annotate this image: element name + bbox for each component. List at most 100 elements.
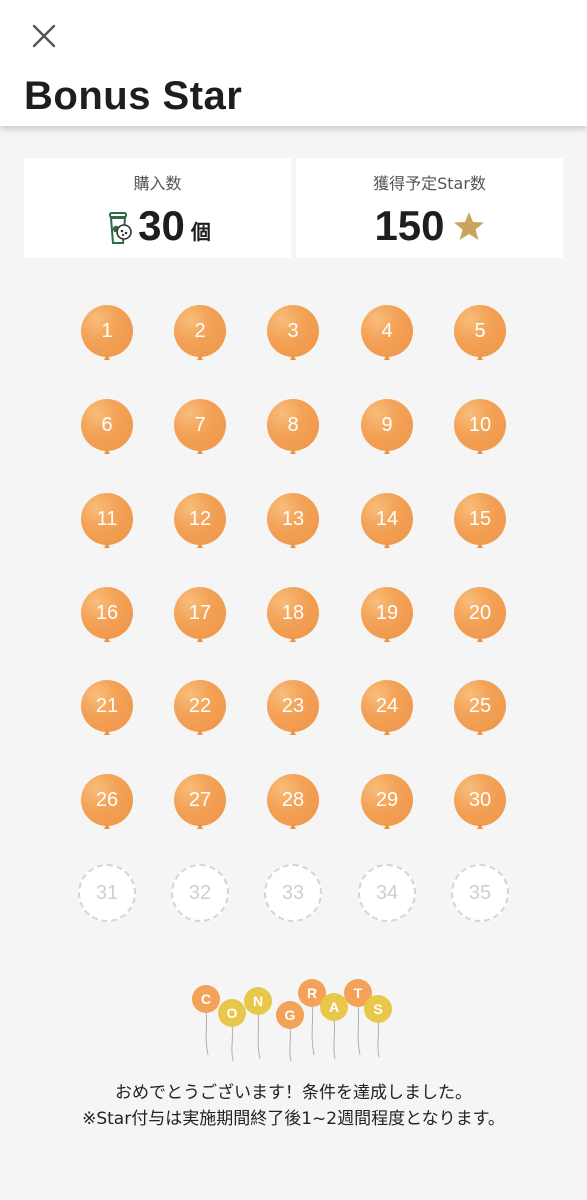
balloon-filled: 15 [454, 493, 508, 557]
balloon-body: 7 [174, 399, 226, 451]
balloon-body: 16 [81, 587, 133, 639]
balloon-body: 29 [361, 774, 413, 826]
balloon-number: 18 [281, 601, 305, 624]
balloon-filled: 11 [81, 493, 135, 557]
balloon-body: 5 [454, 305, 506, 357]
balloon-number: 20 [468, 601, 492, 624]
balloon-knot [384, 823, 390, 829]
balloon-body: 1 [81, 305, 133, 357]
balloon-knot [104, 448, 110, 454]
balloon-filled: 18 [267, 587, 321, 651]
balloon-grid: 1 2 3 4 5 6 7 8 9 10 11 12 13 14 15 16 17 18 19 20 21 22 23 24 2… [0, 0, 587, 960]
balloon-number: 23 [281, 694, 305, 717]
balloon-filled: 8 [267, 399, 321, 463]
balloon-empty-slot: 31 [78, 864, 136, 922]
balloon-knot [384, 354, 390, 360]
balloon-knot [477, 823, 483, 829]
balloon-filled: 9 [361, 399, 415, 463]
balloon-number: 8 [287, 413, 299, 436]
congratulations-message: おめでとうございます！条件を達成しました。 ※Star付与は実施期間終了後1~2… [0, 1080, 587, 1132]
slot-number: 34 [375, 881, 399, 904]
balloon-filled: 24 [361, 680, 415, 744]
balloon-filled: 3 [267, 305, 321, 369]
balloon-filled: 4 [361, 305, 415, 369]
balloon-number: 12 [188, 507, 212, 530]
balloon-number: 21 [95, 694, 119, 717]
page-title: Bonus Star [24, 74, 243, 118]
balloon-number: 10 [468, 413, 492, 436]
balloon-body: 10 [454, 399, 506, 451]
balloon-filled: 12 [174, 493, 228, 557]
balloon-filled: 13 [267, 493, 321, 557]
balloon-filled: 26 [81, 774, 135, 838]
congrats-letter: C [201, 991, 211, 1007]
balloon-filled: 10 [454, 399, 508, 463]
balloon-number: 11 [96, 507, 118, 530]
balloon-filled: 20 [454, 587, 508, 651]
balloon-knot [290, 823, 296, 829]
congratulations-line: おめでとうございます！条件を達成しました。 [115, 1083, 472, 1103]
star-grant-note: ※Star付与は実施期間終了後1~2週間程度となります。 [82, 1109, 505, 1129]
balloon-empty-slot: 35 [451, 864, 509, 922]
balloon-body: 6 [81, 399, 133, 451]
balloon-number: 17 [188, 601, 212, 624]
balloon-body: 26 [81, 774, 133, 826]
balloon-knot [477, 354, 483, 360]
balloon-filled: 23 [267, 680, 321, 744]
balloon-number: 4 [381, 319, 393, 342]
balloon-body: 2 [174, 305, 226, 357]
balloon-body: 3 [267, 305, 319, 357]
congrats-letter: R [307, 985, 317, 1001]
balloon-number: 14 [375, 507, 399, 530]
slot-number: 31 [95, 881, 119, 904]
congrats-letter: T [354, 985, 363, 1001]
balloon-knot [290, 729, 296, 735]
balloon-number: 24 [375, 694, 399, 717]
balloon-knot [384, 448, 390, 454]
balloon-filled: 22 [174, 680, 228, 744]
congrats-balloons-illustration: C O N G R A T S [192, 979, 392, 1062]
balloon-body: 30 [454, 774, 506, 826]
balloon-number: 13 [281, 507, 305, 530]
close-icon [32, 24, 56, 48]
congrats-letter: O [227, 1005, 238, 1021]
balloon-number: 27 [188, 788, 212, 811]
balloon-filled: 17 [174, 587, 228, 651]
balloon-filled: 29 [361, 774, 415, 838]
balloon-filled: 2 [174, 305, 228, 369]
close-button[interactable] [26, 18, 62, 54]
balloon-body: 12 [174, 493, 226, 545]
balloon-body: 21 [81, 680, 133, 732]
balloon-number: 3 [287, 319, 299, 342]
balloon-filled: 30 [454, 774, 508, 838]
balloon-knot [477, 542, 483, 548]
balloon-filled: 28 [267, 774, 321, 838]
slot-number: 33 [281, 881, 305, 904]
balloon-filled: 7 [174, 399, 228, 463]
balloon-empty-slot: 34 [358, 864, 416, 922]
header-bar: Bonus Star [0, 0, 587, 126]
balloon-number: 2 [194, 319, 206, 342]
balloon-body: 25 [454, 680, 506, 732]
balloon-number: 29 [375, 788, 399, 811]
balloon-body: 19 [361, 587, 413, 639]
balloon-filled: 5 [454, 305, 508, 369]
balloon-number: 5 [474, 319, 486, 342]
balloon-knot [104, 636, 110, 642]
balloon-filled: 21 [81, 680, 135, 744]
congrats-letter: N [253, 993, 263, 1009]
congrats-letter: G [285, 1007, 296, 1023]
balloon-body: 28 [267, 774, 319, 826]
balloon-knot [104, 823, 110, 829]
balloon-knot [384, 636, 390, 642]
balloon-knot [290, 354, 296, 360]
balloon-filled: 6 [81, 399, 135, 463]
balloon-knot [384, 729, 390, 735]
balloon-knot [104, 729, 110, 735]
balloon-number: 9 [381, 413, 393, 436]
balloon-knot [384, 542, 390, 548]
slot-number: 32 [188, 881, 212, 904]
balloon-number: 16 [95, 601, 119, 624]
balloon-knot [197, 729, 203, 735]
balloon-number: 19 [375, 601, 399, 624]
